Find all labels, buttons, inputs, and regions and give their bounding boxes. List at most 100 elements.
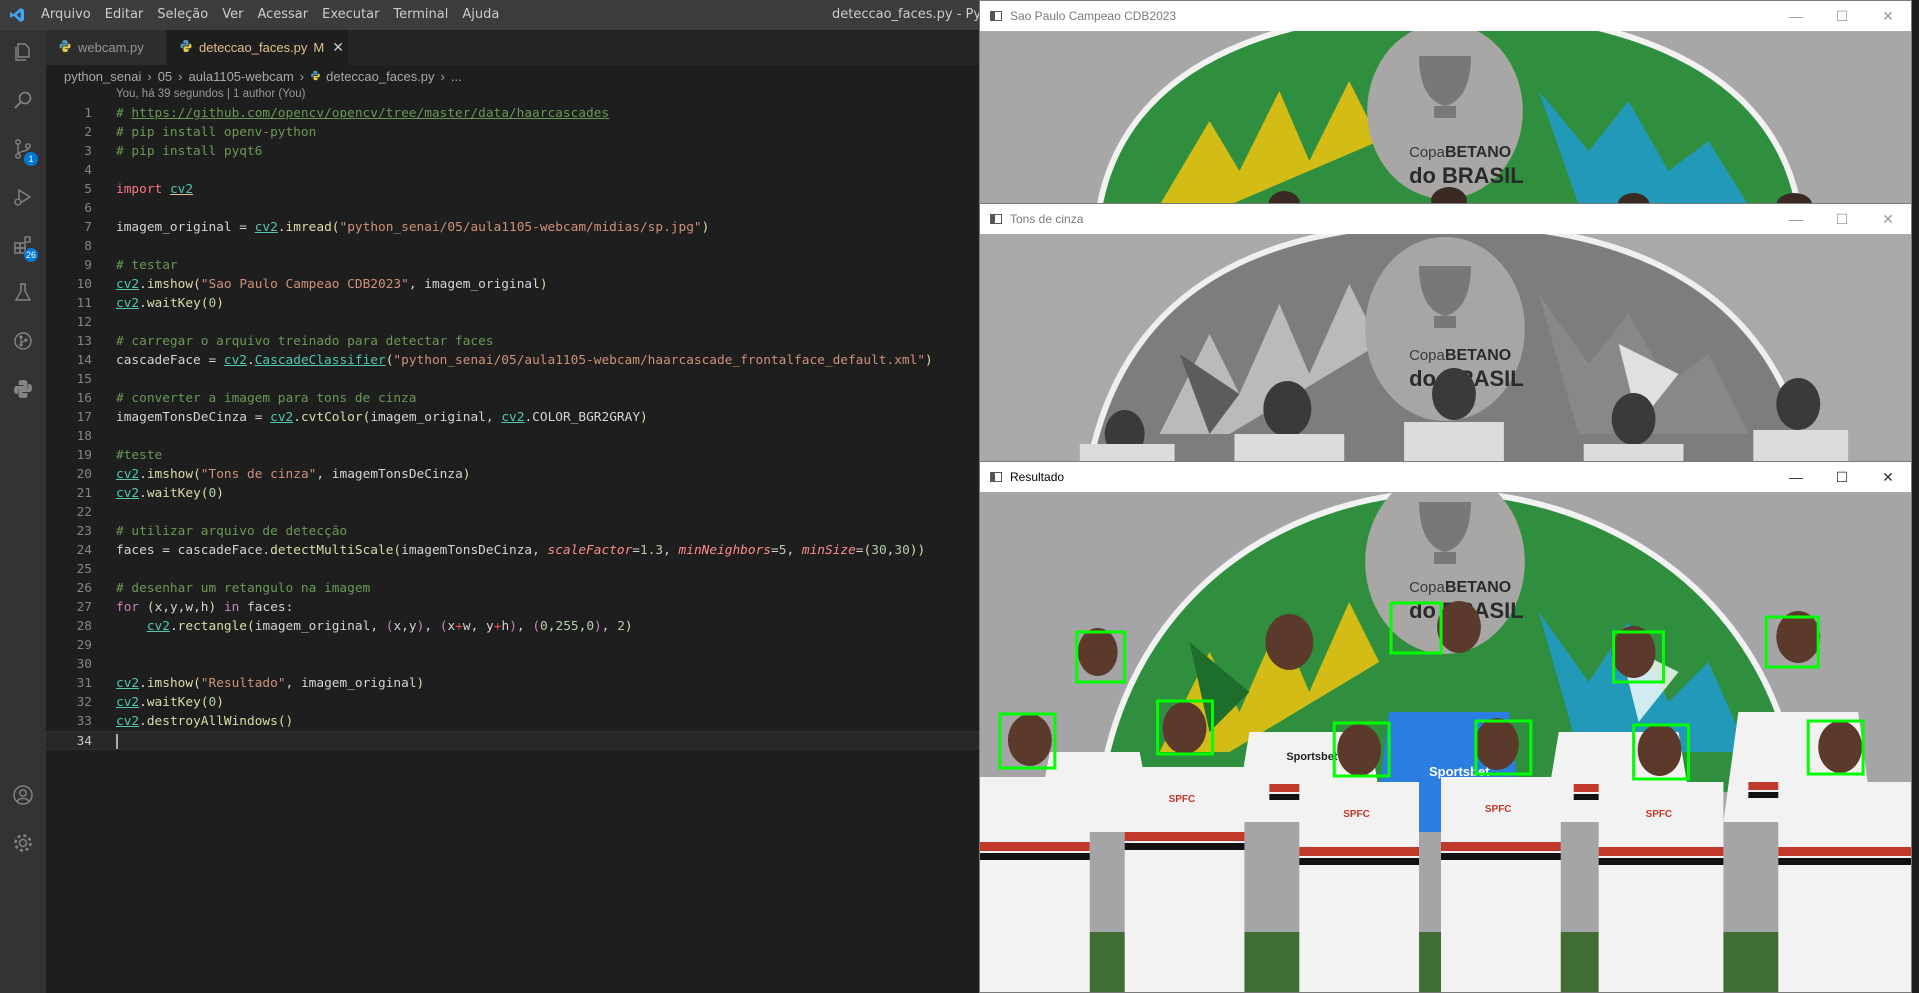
line-number: 7 xyxy=(84,220,92,235)
code-variable: y xyxy=(408,619,417,634)
code-variable: cascadeFace xyxy=(177,543,263,558)
code-link[interactable]: https://github.com/opencv/opencv/tree/ma… xyxy=(131,106,609,121)
explorer-icon[interactable] xyxy=(0,30,46,76)
close-icon[interactable]: ✕ xyxy=(1865,1,1911,31)
line-number: 14 xyxy=(76,353,92,368)
git-graph-icon[interactable] xyxy=(0,318,46,364)
photo-brand-text: Copa xyxy=(1409,579,1445,596)
code-comment: # pip install pyqt6 xyxy=(116,144,263,159)
breadcrumb-item[interactable]: ... xyxy=(451,69,462,84)
photo-brand-text: Copa xyxy=(1409,144,1445,161)
line-number: 19 xyxy=(76,448,92,463)
breadcrumb-item[interactable]: aula1105-webcam xyxy=(189,69,294,84)
extensions-icon[interactable]: 26 xyxy=(0,222,46,268)
modified-indicator: M xyxy=(313,40,325,55)
code-comment: # utilizar arquivo de detecção xyxy=(116,524,348,539)
run-debug-icon[interactable] xyxy=(0,174,46,220)
tab-webcam[interactable]: webcam.py xyxy=(46,30,167,65)
code-function: imread xyxy=(285,220,332,235)
menu-executar[interactable]: Executar xyxy=(315,0,386,30)
code-keyword: for xyxy=(116,600,140,615)
code-function: rectangle xyxy=(177,619,248,634)
cv-window-gray[interactable]: Tons de cinza — ☐ ✕ Copa BETANO do BRASI… xyxy=(979,203,1912,462)
line-number: 30 xyxy=(76,657,92,672)
code-number: 0 xyxy=(586,619,595,634)
breadcrumb-item[interactable]: python_senai xyxy=(64,69,141,84)
close-icon[interactable]: ✕ xyxy=(332,39,344,56)
line-number: 1 xyxy=(84,106,92,121)
code-number: 30 xyxy=(871,543,887,558)
testing-flask-icon[interactable] xyxy=(0,270,46,316)
maximize-icon[interactable]: ☐ xyxy=(1819,204,1865,234)
code-variable: imagemTonsDeCinza xyxy=(116,410,247,425)
code-variable: w xyxy=(462,619,471,634)
photo-grayscale: Copa BETANO do BRASIL xyxy=(980,234,1911,461)
minimize-icon[interactable]: — xyxy=(1773,204,1819,234)
menu-ver[interactable]: Ver xyxy=(215,0,250,30)
cv-titlebar[interactable]: Resultado — ☐ ✕ xyxy=(980,462,1911,492)
gear-icon[interactable] xyxy=(0,820,46,866)
account-icon[interactable] xyxy=(0,772,46,818)
line-number: 32 xyxy=(76,695,92,710)
code-variable: imagemTonsDeCinza xyxy=(331,467,463,482)
close-icon[interactable]: ✕ xyxy=(1865,462,1911,492)
current-line[interactable]: 34 xyxy=(46,731,979,750)
maximize-icon[interactable]: ☐ xyxy=(1819,462,1865,492)
photo-crest-text: SPFC xyxy=(1169,794,1196,805)
code-editor[interactable]: 1 # https://github.com/opencv/opencv/tree… xyxy=(46,104,979,750)
window-app-icon xyxy=(990,11,1002,21)
menu-acessar[interactable]: Acessar xyxy=(250,0,315,30)
line-number: 21 xyxy=(76,486,92,501)
source-control-icon[interactable]: 1 xyxy=(0,126,46,172)
line-number: 10 xyxy=(76,277,92,292)
breadcrumb-item[interactable]: 05 xyxy=(158,69,172,84)
line-number: 11 xyxy=(76,296,92,311)
search-icon[interactable] xyxy=(0,78,46,124)
cv-titlebar[interactable]: Tons de cinza — ☐ ✕ xyxy=(980,204,1911,234)
menu-arquivo[interactable]: Arquivo xyxy=(34,0,98,30)
close-icon[interactable]: ✕ xyxy=(1865,204,1911,234)
cv-window-result[interactable]: Resultado — ☐ ✕ Copa BETANO do BRASIL Sp… xyxy=(979,461,1912,993)
code-module: cv2 xyxy=(223,353,247,368)
breadcrumb-item[interactable]: deteccao_faces.py xyxy=(326,69,434,84)
cv-titlebar[interactable]: Sao Paulo Campeao CDB2023 — ☐ ✕ xyxy=(980,1,1911,31)
vscode-logo-icon[interactable] xyxy=(0,7,34,23)
code-function: cvtColor xyxy=(300,410,363,425)
code-comment: # desenhar um retangulo na imagem xyxy=(116,581,371,596)
tab-deteccao-faces[interactable]: deteccao_faces.py M ✕ xyxy=(167,30,349,65)
chevron-right-icon: › xyxy=(178,68,183,84)
git-blame-annotation[interactable]: You, há 39 segundos | 1 author (You) xyxy=(116,88,305,100)
code-number: 2 xyxy=(617,619,625,634)
code-string: "Resultado" xyxy=(200,676,286,691)
maximize-icon[interactable]: ☐ xyxy=(1819,1,1865,31)
minimize-icon[interactable]: — xyxy=(1773,462,1819,492)
code-comment: # converter a imagem para tons de cinza xyxy=(116,391,417,406)
photo-brand-text: Copa xyxy=(1409,347,1445,364)
code-module: cv2 xyxy=(501,410,525,425)
code-keyword: import xyxy=(116,182,163,197)
window-app-icon xyxy=(990,214,1002,224)
menu-terminal[interactable]: Terminal xyxy=(386,0,455,30)
text-cursor xyxy=(116,734,118,749)
minimize-icon[interactable]: — xyxy=(1773,1,1819,31)
menu-editar[interactable]: Editar xyxy=(98,0,151,30)
menu-ajuda[interactable]: Ajuda xyxy=(455,0,506,30)
code-number: 255 xyxy=(555,619,579,634)
photo-crest-text: SPFC xyxy=(1485,804,1512,815)
line-number: 34 xyxy=(76,734,92,749)
photo-sponsor-text: Sportsbet xyxy=(1286,751,1337,763)
code-keyword-arg: minSize xyxy=(801,543,856,558)
menu-selecao[interactable]: Seleção xyxy=(150,0,215,30)
code-function: detectMultiScale xyxy=(270,543,394,558)
code-variable: imagem_original xyxy=(300,676,417,691)
python-icon[interactable] xyxy=(0,366,46,412)
scm-badge: 1 xyxy=(24,152,38,166)
code-keyword-arg: scaleFactor xyxy=(547,543,633,558)
tab-label: webcam.py xyxy=(78,40,144,55)
code-variable: faces xyxy=(247,600,286,615)
code-number: 0 xyxy=(540,619,548,634)
code-module: cv2 xyxy=(116,277,140,292)
cv-window-title: Sao Paulo Campeao CDB2023 xyxy=(1010,9,1177,23)
code-operator: = xyxy=(231,220,255,235)
cv-window-original[interactable]: Sao Paulo Campeao CDB2023 — ☐ ✕ Copa BET… xyxy=(979,0,1912,204)
